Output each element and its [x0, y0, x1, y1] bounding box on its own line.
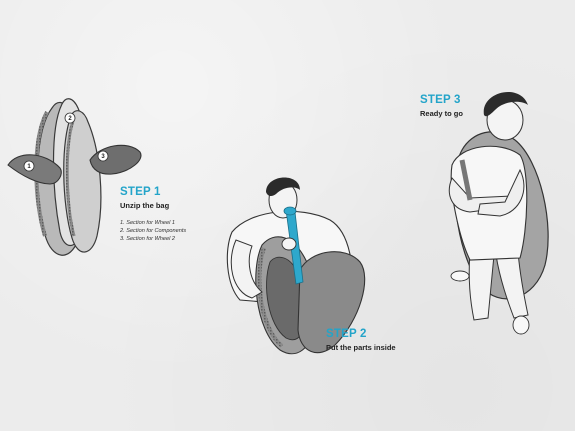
step-1-heading: STEP 1	[120, 186, 161, 198]
step-1-description: Unzip the bag	[120, 201, 170, 210]
section-item-wheel-1: 1. Section for Wheel 1	[120, 220, 176, 226]
section-item-components: 2. Section for Components	[120, 228, 187, 234]
step-3-block: STEP 3 Ready to go	[420, 94, 463, 119]
step-1-block: STEP 1 Unzip the bag 1. Section for Whee…	[120, 186, 186, 243]
wearing-man-illustration	[448, 91, 549, 335]
step-2-block: STEP 2 Put the parts inside	[326, 328, 396, 353]
step-2-heading: STEP 2	[326, 328, 367, 340]
step-3-heading: STEP 3	[420, 94, 461, 106]
step-2-description: Put the parts inside	[326, 343, 396, 352]
illustration-canvas: 1 2 3 STEP 1 Unzip the bag 1. Section fo…	[0, 0, 575, 431]
section-item-wheel-2: 3. Section for Wheel 2	[120, 236, 176, 242]
instruction-illustration: 1 2 3	[7, 91, 549, 355]
section-list: 1. Section for Wheel 1 2. Section for Co…	[120, 219, 186, 243]
step-3-description: Ready to go	[420, 109, 463, 118]
